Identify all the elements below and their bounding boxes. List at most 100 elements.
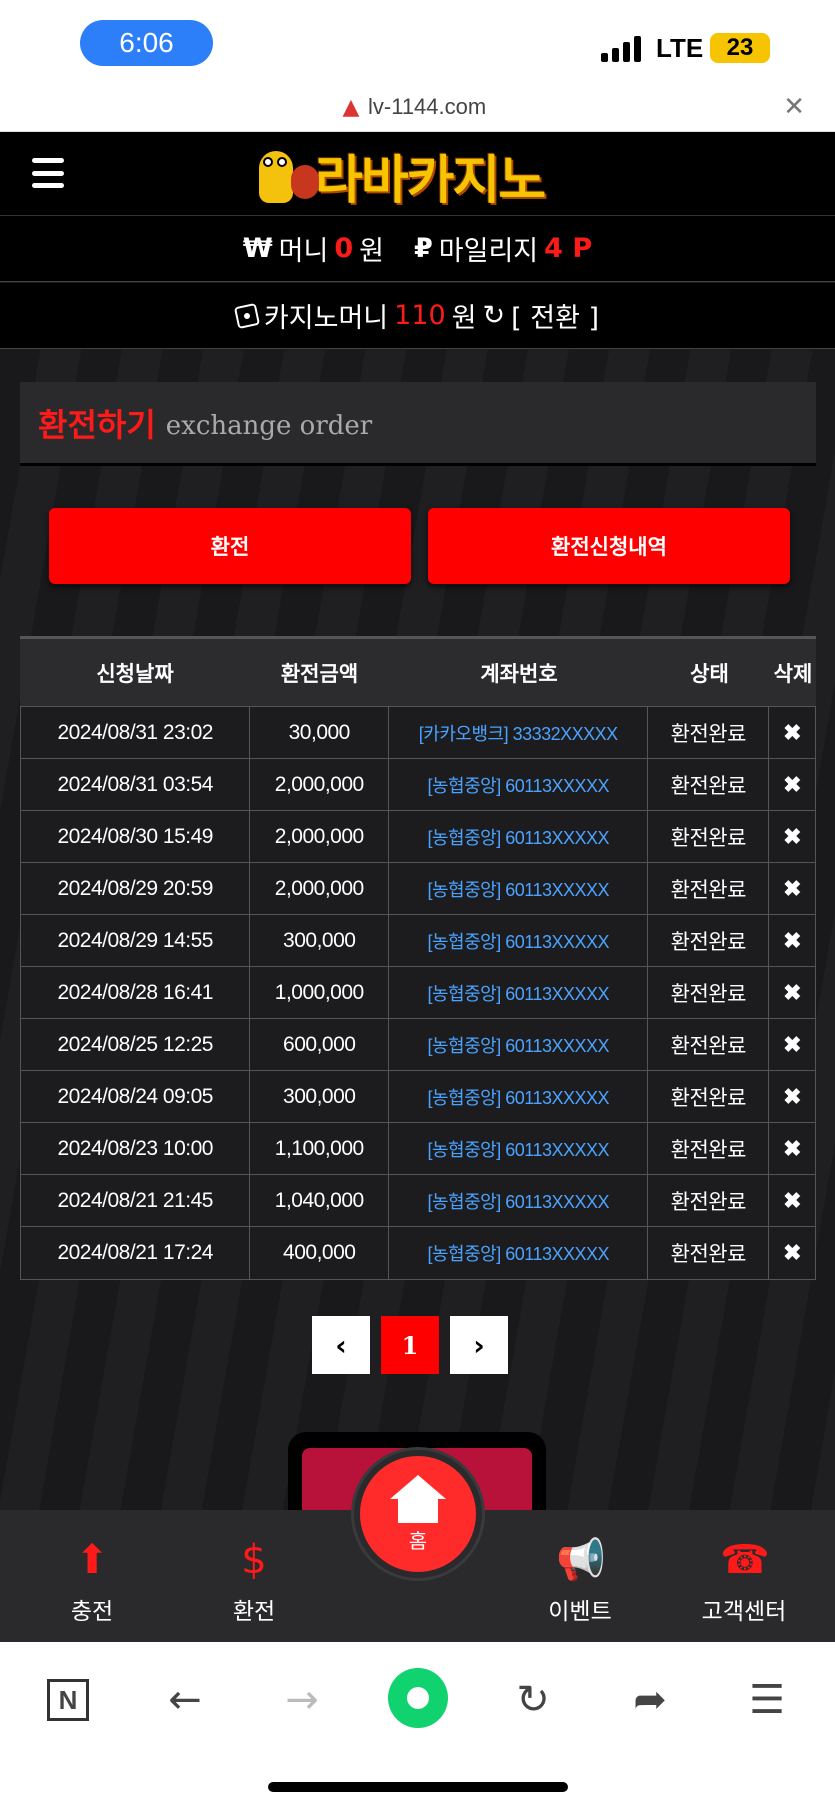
nav-event[interactable]: 📢 이벤트 — [520, 1536, 640, 1626]
cell-status: 환전완료 — [648, 1071, 770, 1122]
delete-icon[interactable]: ✖ — [769, 967, 815, 1018]
page-title-ko: 환전하기 — [38, 405, 156, 444]
cell-amount: 600,000 — [250, 1019, 390, 1070]
money-unit: 원 — [359, 236, 384, 267]
wallet-row: ₩ 머니 0 원 ₽ 마일리지 4 P — [0, 216, 835, 282]
cell-date: 2024/08/29 14:55 — [21, 915, 251, 966]
delete-icon[interactable]: ✖ — [769, 1175, 815, 1226]
exchange-table: 신청날짜 환전금액 계좌번호 상태 삭제 2024/08/31 23:02 30,… — [20, 636, 816, 1280]
header-account: 계좌번호 — [480, 661, 558, 686]
coin-hand-icon: $ — [241, 1537, 267, 1583]
refresh-icon[interactable]: ↻ — [483, 300, 506, 331]
next-page-button[interactable]: › — [450, 1316, 508, 1374]
cell-account: [농협중앙] 60113XXXXX — [389, 1019, 649, 1070]
cell-date: 2024/08/29 20:59 — [21, 863, 251, 914]
cell-account: [농협중앙] 60113XXXXX — [389, 863, 649, 914]
nav-support-label: 고객센터 — [701, 1599, 787, 1625]
prev-page-button[interactable]: ‹ — [312, 1316, 370, 1374]
table-row: 2024/08/25 12:25 600,000 [농협중앙] 60113XXXXX… — [21, 1019, 815, 1071]
table-row: 2024/08/31 23:02 30,000 [카카오뱅크] 33332XXXXX… — [21, 707, 815, 759]
back-arrow-icon[interactable]: ← — [155, 1670, 215, 1730]
home-icon — [390, 1474, 446, 1523]
cell-date: 2024/08/21 17:24 — [21, 1227, 251, 1279]
home-button[interactable]: 홈 — [354, 1450, 482, 1578]
cell-account: [농협중앙] 60113XXXXX — [389, 1227, 649, 1279]
casino-money-value: 110 — [394, 300, 446, 331]
table-row: 2024/08/21 17:24 400,000 [농협중앙] 60113XXXXX… — [21, 1227, 815, 1279]
cell-status: 환전완료 — [648, 1019, 770, 1070]
delete-icon[interactable]: ✖ — [769, 811, 815, 862]
deposit-icon: ⬆ — [75, 1537, 109, 1583]
cell-account: [농협중앙] 60113XXXXX — [389, 1123, 649, 1174]
nav-charge[interactable]: ⬆ 충전 — [32, 1536, 152, 1626]
nav-exchange[interactable]: $ 환전 — [194, 1536, 314, 1626]
nav-charge-label: 충전 — [70, 1599, 114, 1625]
cell-status: 환전완료 — [648, 1227, 770, 1279]
mileage-label: 마일리지 — [438, 236, 539, 267]
cell-date: 2024/08/25 12:25 — [21, 1019, 251, 1070]
nav-support[interactable]: ☎ 고객센터 — [684, 1536, 804, 1626]
cell-amount: 400,000 — [250, 1227, 390, 1279]
cell-date: 2024/08/30 15:49 — [21, 811, 251, 862]
table-row: 2024/08/31 03:54 2,000,000 [농협중앙] 60113XXX… — [21, 759, 815, 811]
forward-arrow-icon[interactable]: → — [272, 1670, 332, 1730]
delete-icon[interactable]: ✖ — [769, 759, 815, 810]
cell-amount: 30,000 — [250, 707, 390, 758]
cell-date: 2024/08/28 16:41 — [21, 967, 251, 1018]
delete-icon[interactable]: ✖ — [769, 1227, 815, 1279]
naver-icon[interactable]: N — [38, 1670, 98, 1730]
cell-date: 2024/08/31 23:02 — [21, 707, 251, 758]
cell-amount: 1,000,000 — [250, 967, 390, 1018]
delete-icon[interactable]: ✖ — [769, 707, 815, 758]
table-header: 신청날짜 환전금액 계좌번호 상태 삭제 — [20, 636, 816, 706]
phone-24-icon: ☎ — [720, 1537, 770, 1583]
cell-status: 환전완료 — [648, 707, 770, 758]
convert-button[interactable]: [ 전환 ] — [511, 296, 599, 335]
cell-status: 환전완료 — [648, 1123, 770, 1174]
cell-status: 환전완료 — [648, 967, 770, 1018]
megaphone-icon: 📢 — [556, 1537, 606, 1583]
nav-event-label: 이벤트 — [548, 1599, 612, 1625]
cell-amount: 2,000,000 — [250, 811, 390, 862]
browser-menu-icon[interactable]: ☰ — [737, 1670, 797, 1730]
header-delete: 삭제 — [773, 661, 813, 686]
cell-amount: 1,040,000 — [250, 1175, 390, 1226]
close-icon[interactable]: ✕ — [783, 92, 805, 122]
delete-icon[interactable]: ✖ — [769, 1123, 815, 1174]
status-bar: 6:06 LTE 23 — [0, 0, 835, 88]
exchange-button[interactable]: 환전 — [49, 508, 411, 584]
table-row: 2024/08/30 15:49 2,000,000 [농협중앙] 60113XXX… — [21, 811, 815, 863]
header-amount: 환전금액 — [280, 661, 359, 686]
pagination: ‹ 1 › — [312, 1316, 508, 1374]
site-header: 라바카지노 — [0, 132, 835, 216]
reload-icon[interactable]: ↻ — [503, 1670, 563, 1730]
cell-status: 환전완료 — [648, 759, 770, 810]
table-row: 2024/08/21 21:45 1,040,000 [농협중앙] 60113XXX… — [21, 1175, 815, 1227]
green-dot-icon[interactable] — [388, 1668, 448, 1728]
casino-money-label: 카지노머니 — [263, 303, 389, 334]
cell-date: 2024/08/23 10:00 — [21, 1123, 251, 1174]
money-value: 0 — [334, 233, 354, 264]
delete-icon[interactable]: ✖ — [769, 1019, 815, 1070]
menu-icon[interactable] — [32, 158, 64, 188]
money-label: 머니 — [278, 236, 329, 267]
network-type: LTE — [656, 33, 704, 63]
delete-icon[interactable]: ✖ — [769, 1071, 815, 1122]
exchange-history-button[interactable]: 환전신청내역 — [428, 508, 790, 584]
won-icon: ₩ — [242, 233, 273, 264]
delete-icon[interactable]: ✖ — [769, 863, 815, 914]
mileage-icon: ₽ — [413, 233, 433, 264]
url-domain[interactable]: lv-1144.com — [368, 94, 486, 120]
home-label: 홈 — [408, 1528, 428, 1553]
cell-account: [농협중앙] 60113XXXXX — [389, 915, 649, 966]
cell-amount: 300,000 — [250, 1071, 390, 1122]
site-logo[interactable]: 라바카지노 — [245, 142, 595, 211]
table-row: 2024/08/29 14:55 300,000 [농협중앙] 60113XXXXX… — [21, 915, 815, 967]
page-1-button[interactable]: 1 — [381, 1316, 439, 1374]
cell-date: 2024/08/24 09:05 — [21, 1071, 251, 1122]
share-icon[interactable]: ➦ — [620, 1670, 680, 1730]
delete-icon[interactable]: ✖ — [769, 915, 815, 966]
cell-amount: 2,000,000 — [250, 759, 390, 810]
page-title-en: exchange order — [165, 410, 373, 441]
url-bar[interactable]: ▲ lv-1144.com ✕ — [0, 88, 835, 132]
